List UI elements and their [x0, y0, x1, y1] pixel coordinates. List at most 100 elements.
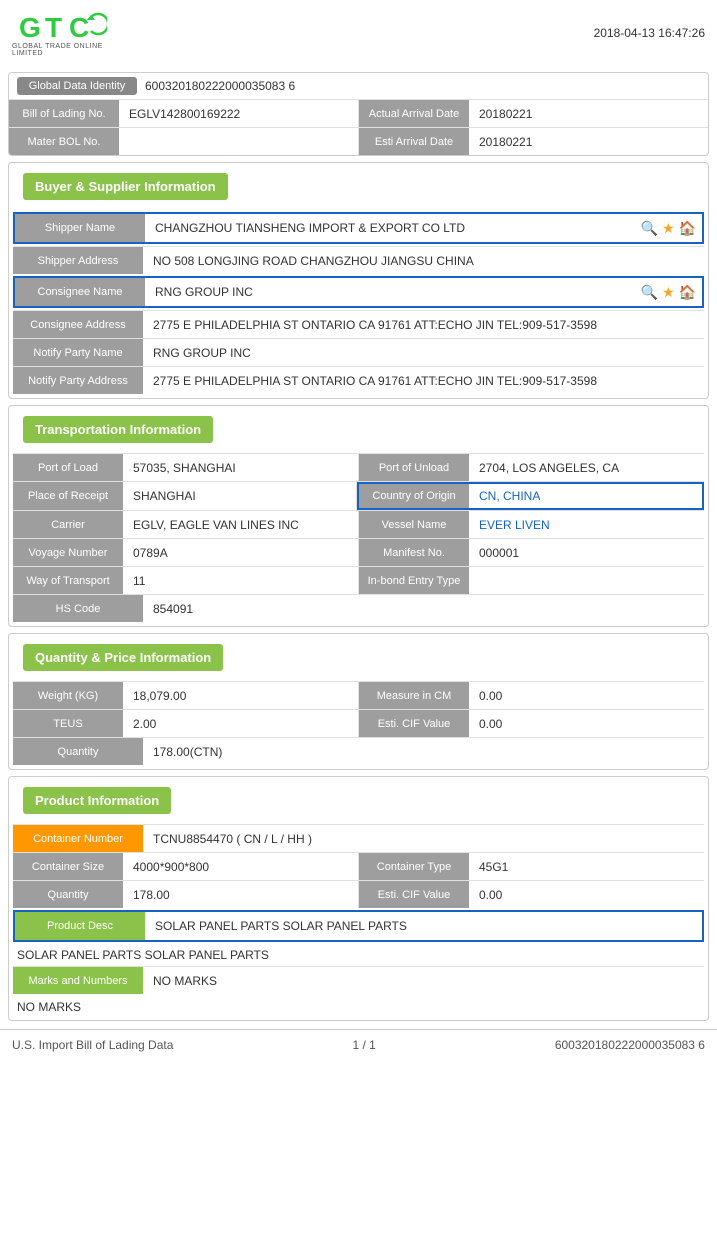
shipper-address-row: Shipper Address NO 508 LONGJING ROAD CHA…: [13, 246, 704, 274]
product-desc-label: Product Desc: [15, 912, 145, 940]
port-of-load-value: 57035, SHANGHAI: [123, 454, 358, 481]
hs-code-value: 854091: [143, 595, 704, 622]
marks-value: NO MARKS: [143, 967, 704, 994]
shipper-star-icon[interactable]: ★: [662, 220, 675, 237]
shipper-name-row-wrapper: Shipper Name CHANGZHOU TIANSHENG IMPORT …: [13, 212, 704, 244]
transportation-title: Transportation Information: [23, 416, 213, 443]
port-of-load-label: Port of Load: [13, 454, 123, 481]
teus-label: TEUS: [13, 710, 123, 737]
consignee-home-icon[interactable]: 🏠: [679, 284, 696, 301]
country-of-origin-value: CN, CHINA: [469, 484, 702, 508]
shipper-name-value-container: CHANGZHOU TIANSHENG IMPORT & EXPORT CO L…: [145, 214, 702, 242]
bill-of-lading-value: EGLV142800169222: [119, 100, 358, 127]
consignee-search-icon[interactable]: 🔍: [641, 284, 658, 301]
container-size-value: 4000*900*800: [123, 853, 358, 880]
voyage-number-label: Voyage Number: [13, 539, 123, 566]
container-number-value: TCNU8854470 ( CN / L / HH ): [143, 825, 704, 852]
way-of-transport-label: Way of Transport: [13, 567, 123, 594]
buyer-supplier-title: Buyer & Supplier Information: [23, 173, 228, 200]
marks-text: NO MARKS: [9, 996, 708, 1020]
footer: U.S. Import Bill of Lading Data 1 / 1 60…: [0, 1029, 717, 1060]
carrier-value: EGLV, EAGLE VAN LINES INC: [123, 511, 358, 538]
esti-arrival-value: 20180221: [469, 128, 708, 155]
container-type-value: 45G1: [469, 853, 704, 880]
consignee-name-value-container: RNG GROUP INC 🔍 ★ 🏠: [145, 278, 702, 306]
weight-label: Weight (KG): [13, 682, 123, 709]
container-number-row: Container Number TCNU8854470 ( CN / L / …: [13, 824, 704, 852]
product-quantity-label: Quantity: [13, 881, 123, 908]
actual-arrival-label: Actual Arrival Date: [359, 100, 469, 127]
logo: G T C GLOBAL TRADE ONLINE LIMITED: [12, 8, 112, 58]
footer-right: 600320180222000035083 6: [555, 1038, 705, 1052]
port-of-unload-label: Port of Unload: [359, 454, 469, 481]
marks-row: Marks and Numbers NO MARKS: [13, 966, 704, 994]
port-of-unload-value: 2704, LOS ANGELES, CA: [469, 454, 704, 481]
product-esti-cif-value: 0.00: [469, 881, 704, 908]
shipper-name-label: Shipper Name: [15, 214, 145, 242]
header: G T C GLOBAL TRADE ONLINE LIMITED 2018-0…: [0, 0, 717, 66]
consignee-star-icon[interactable]: ★: [662, 284, 675, 301]
product-info-section: Product Information Container Number TCN…: [8, 776, 709, 1021]
shipper-address-value: NO 508 LONGJING ROAD CHANGZHOU JIANGSU C…: [143, 247, 704, 274]
esti-cif-qp-label: Esti. CIF Value: [359, 710, 469, 737]
product-quantity-esti-row: Quantity 178.00 Esti. CIF Value 0.00: [13, 880, 704, 908]
esti-arrival-label: Esti Arrival Date: [359, 128, 469, 155]
container-number-label: Container Number: [13, 825, 143, 852]
global-data-identity-value: 600320180222000035083 6: [145, 79, 295, 93]
notify-party-address-label: Notify Party Address: [13, 367, 143, 394]
container-size-type-row: Container Size 4000*900*800 Container Ty…: [13, 852, 704, 880]
notify-party-name-value: RNG GROUP INC: [143, 339, 704, 366]
quantity-value: 178.00(CTN): [143, 738, 704, 765]
logo-subtitle: GLOBAL TRADE ONLINE LIMITED: [12, 43, 112, 57]
vessel-name-value: EVER LIVEN: [469, 511, 704, 538]
esti-cif-qp-value: 0.00: [469, 710, 704, 737]
place-of-receipt-label: Place of Receipt: [13, 482, 123, 510]
shipper-search-icon[interactable]: 🔍: [641, 220, 658, 237]
vessel-name-label: Vessel Name: [359, 511, 469, 538]
weight-value: 18,079.00: [123, 682, 358, 709]
svg-text:T: T: [45, 12, 62, 43]
container-type-label: Container Type: [359, 853, 469, 880]
footer-center: 1 / 1: [352, 1038, 375, 1052]
way-of-transport-value: 11: [123, 567, 358, 594]
measure-cm-value: 0.00: [469, 682, 704, 709]
teus-esti-row: TEUS 2.00 Esti. CIF Value 0.00: [13, 709, 704, 737]
transport-inbond-row: Way of Transport 11 In-bond Entry Type: [13, 566, 704, 594]
consignee-name-label: Consignee Name: [15, 278, 145, 306]
port-row: Port of Load 57035, SHANGHAI Port of Unl…: [13, 453, 704, 481]
notify-party-name-label: Notify Party Name: [13, 339, 143, 366]
svg-text:G: G: [19, 12, 41, 43]
product-desc-value: SOLAR PANEL PARTS SOLAR PANEL PARTS: [145, 912, 702, 940]
teus-value: 2.00: [123, 710, 358, 737]
identity-section: Global Data Identity 6003201802220000350…: [8, 72, 709, 156]
shipper-name-value: CHANGZHOU TIANSHENG IMPORT & EXPORT CO L…: [145, 216, 635, 240]
notify-party-name-row: Notify Party Name RNG GROUP INC: [13, 338, 704, 366]
weight-measure-row: Weight (KG) 18,079.00 Measure in CM 0.00: [13, 681, 704, 709]
footer-left: U.S. Import Bill of Lading Data: [12, 1038, 173, 1052]
global-data-identity-label: Global Data Identity: [17, 77, 137, 95]
in-bond-value: [469, 567, 704, 594]
voyage-number-value: 0789A: [123, 539, 358, 566]
transportation-section: Transportation Information Port of Load …: [8, 405, 709, 627]
mater-bol-value: [119, 128, 358, 155]
actual-arrival-value: 20180221: [469, 100, 708, 127]
in-bond-label: In-bond Entry Type: [359, 567, 469, 594]
country-of-origin-label: Country of Origin: [359, 484, 469, 508]
hs-code-row: HS Code 854091: [13, 594, 704, 622]
quantity-price-section: Quantity & Price Information Weight (KG)…: [8, 633, 709, 770]
buyer-supplier-section: Buyer & Supplier Information Shipper Nam…: [8, 162, 709, 399]
manifest-no-label: Manifest No.: [359, 539, 469, 566]
svg-text:C: C: [69, 12, 89, 43]
carrier-vessel-row: Carrier EGLV, EAGLE VAN LINES INC Vessel…: [13, 510, 704, 538]
consignee-address-label: Consignee Address: [13, 311, 143, 338]
shipper-address-label: Shipper Address: [13, 247, 143, 274]
container-size-label: Container Size: [13, 853, 123, 880]
quantity-price-title: Quantity & Price Information: [23, 644, 223, 671]
shipper-home-icon[interactable]: 🏠: [679, 220, 696, 237]
manifest-no-value: 000001: [469, 539, 704, 566]
datetime: 2018-04-13 16:47:26: [594, 26, 705, 40]
measure-cm-label: Measure in CM: [359, 682, 469, 709]
notify-party-address-value: 2775 E PHILADELPHIA ST ONTARIO CA 91761 …: [143, 367, 704, 394]
product-esti-cif-label: Esti. CIF Value: [359, 881, 469, 908]
place-country-row: Place of Receipt SHANGHAI Country of Ori…: [13, 481, 704, 510]
